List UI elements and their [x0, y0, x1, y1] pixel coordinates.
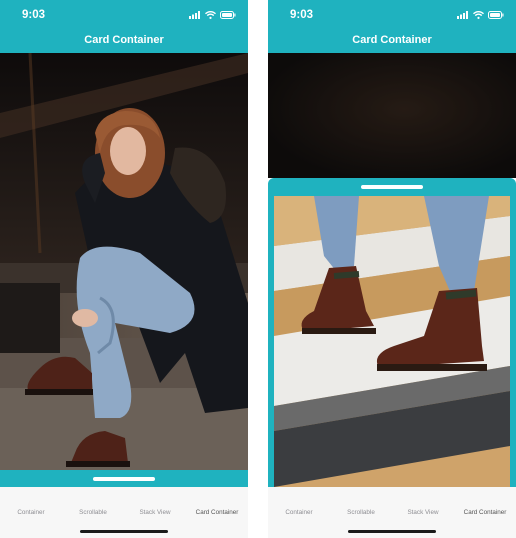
tab-card-container[interactable]: Card Container — [454, 509, 516, 516]
wifi-icon — [205, 11, 216, 19]
card-footer-bar — [0, 470, 248, 487]
status-time: 9:03 — [22, 9, 46, 21]
page-title: Card Container — [352, 34, 432, 46]
card-photo — [274, 196, 510, 487]
boots-on-crosswalk-photo — [274, 196, 510, 487]
signal-icon — [457, 11, 468, 19]
home-indicator — [348, 530, 436, 533]
app-header: 9:03 Card Container — [0, 0, 248, 53]
status-time: 9:03 — [290, 9, 314, 21]
tab-stack-view[interactable]: Stack View — [124, 509, 186, 516]
status-icons — [189, 10, 236, 20]
battery-icon — [220, 11, 236, 19]
phone-screen-right: 9:03 Card Container Container Scrollable… — [268, 0, 516, 538]
tab-bar: Container Scrollable Stack View Card Con… — [0, 487, 248, 538]
woman-on-stairs-photo — [0, 53, 248, 470]
phone-screen-left: 9:03 Card Container Container Scrollable… — [0, 0, 248, 538]
signal-icon — [189, 11, 200, 19]
hero-photo — [0, 53, 248, 470]
tab-bar: Container Scrollable Stack View Card Con… — [268, 487, 516, 538]
status-icons — [457, 10, 504, 20]
tab-container[interactable]: Container — [268, 509, 330, 516]
card-container[interactable] — [268, 178, 516, 487]
drag-handle[interactable] — [93, 477, 155, 481]
battery-icon — [488, 11, 504, 19]
dimmed-photo — [268, 53, 516, 178]
drag-handle[interactable] — [361, 185, 423, 189]
wifi-icon — [473, 11, 484, 19]
app-header: 9:03 Card Container — [268, 0, 516, 53]
tab-scrollable[interactable]: Scrollable — [330, 509, 392, 516]
background-photo-dimmed — [268, 53, 516, 178]
tab-card-container[interactable]: Card Container — [186, 509, 248, 516]
home-indicator — [80, 530, 168, 533]
tab-scrollable[interactable]: Scrollable — [62, 509, 124, 516]
tab-container[interactable]: Container — [0, 509, 62, 516]
tab-stack-view[interactable]: Stack View — [392, 509, 454, 516]
page-title: Card Container — [84, 34, 164, 46]
